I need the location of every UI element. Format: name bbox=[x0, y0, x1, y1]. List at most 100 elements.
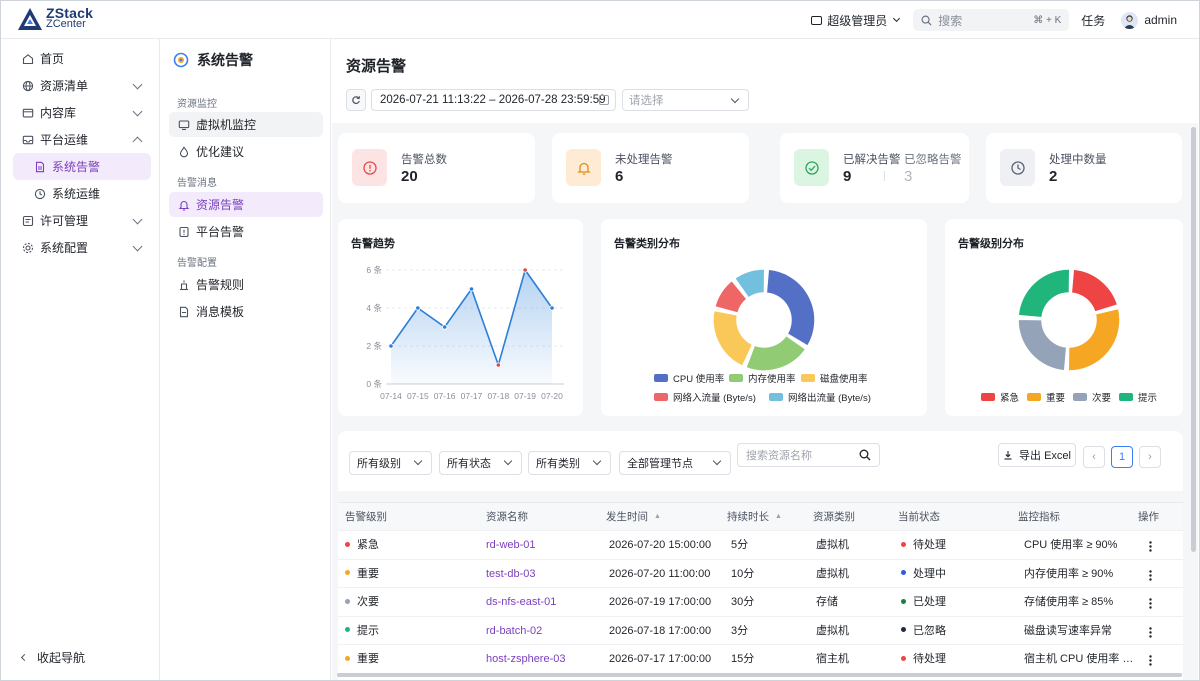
legend-item[interactable]: 紧急 bbox=[981, 390, 1019, 404]
cell-time-text: 2026-07-20 11:00:00 bbox=[609, 567, 711, 580]
legend-swatch bbox=[654, 393, 668, 401]
table-row[interactable]: 提示 rd-batch-02 2026-07-18 17:00:00 3分 虚拟机 已忽略… bbox=[338, 617, 1183, 645]
donut-slice bbox=[1070, 268, 1119, 313]
more-actions-icon[interactable] bbox=[1149, 569, 1152, 581]
legend-item[interactable]: 网络入流量 (Byte/s) bbox=[654, 390, 756, 404]
cell-type-text: 存储 bbox=[816, 596, 838, 608]
cell-resource-name[interactable]: test-db-03 bbox=[486, 560, 536, 588]
calendar-icon bbox=[599, 95, 609, 105]
more-actions-icon[interactable] bbox=[1149, 626, 1152, 638]
subnav-item-rules[interactable]: 告警规则 bbox=[169, 272, 323, 297]
donut-slice bbox=[765, 268, 816, 347]
role-switcher[interactable]: 超级管理员 bbox=[811, 12, 901, 29]
sidebar-item-resources[interactable]: 资源清单 bbox=[1, 72, 159, 99]
stat-value: 9 bbox=[843, 168, 852, 185]
legend-item[interactable]: 内存使用率 bbox=[729, 371, 796, 385]
x-tick-label: 07-14 bbox=[380, 391, 402, 401]
subnav-item-templates[interactable]: 消息模板 bbox=[169, 299, 323, 324]
sidebar-item-system-ops[interactable]: 系统运维 bbox=[1, 180, 159, 207]
x-tick-label: 07-17 bbox=[461, 391, 483, 401]
cell-resource-name[interactable]: host-zsphere-03 bbox=[486, 645, 566, 673]
cell-duration: 5分 bbox=[731, 531, 748, 559]
category-filter[interactable]: 所有类别 bbox=[528, 451, 611, 475]
cell-resource-name[interactable]: rd-web-01 bbox=[486, 531, 536, 559]
chevron-left-icon: ‹ bbox=[1092, 451, 1096, 463]
subnav-item-platform-alarm[interactable]: 平台告警 bbox=[169, 219, 323, 244]
level-dot bbox=[345, 655, 350, 661]
cell-duration: 10分 bbox=[731, 560, 754, 588]
cell-type-text: 虚拟机 bbox=[816, 539, 849, 551]
chevron-down-icon bbox=[893, 14, 901, 23]
cell-time: 2026-07-18 17:00:00 bbox=[609, 617, 711, 645]
resource-search-input[interactable]: 搜索资源名称 bbox=[737, 443, 880, 467]
legend-item[interactable]: 磁盘使用率 bbox=[801, 371, 868, 385]
filter-select[interactable]: 请选择 bbox=[622, 89, 749, 111]
sidebar-item-content-library[interactable]: 内容库 bbox=[1, 99, 159, 126]
cell-status-text: 待处理 bbox=[913, 653, 946, 665]
table-row[interactable]: 重要 test-db-03 2026-07-20 11:00:00 10分 虚拟机 处理中… bbox=[338, 560, 1183, 588]
next-page-button[interactable]: › bbox=[1139, 446, 1161, 468]
legend-item[interactable]: CPU 使用率 bbox=[654, 371, 724, 385]
more-actions-icon[interactable] bbox=[1149, 655, 1152, 666]
table-row[interactable]: 次要 ds-nfs-east-01 2026-07-19 17:00:00 30分 存储… bbox=[338, 588, 1183, 617]
legend-item[interactable]: 提示 bbox=[1119, 390, 1157, 404]
legend-item[interactable]: 重要 bbox=[1027, 390, 1065, 404]
column-header-time[interactable]: 发生时间 ▲ bbox=[606, 503, 661, 531]
cell-metric-text: 存储使用率 ≥ 85% bbox=[1024, 596, 1114, 608]
cell-status: 处理中 bbox=[901, 560, 946, 588]
legend-item[interactable]: 网络出流量 (Byte/s) bbox=[769, 390, 871, 404]
export-excel-button[interactable]: 导出 Excel bbox=[998, 443, 1076, 467]
page-button-current[interactable]: 1 bbox=[1111, 446, 1133, 468]
more-actions-icon[interactable] bbox=[1149, 541, 1152, 552]
data-point bbox=[522, 267, 528, 273]
user-menu[interactable]: admin bbox=[1121, 11, 1177, 29]
horizontal-scrollbar[interactable] bbox=[337, 673, 1182, 677]
sidebar-item-system-alarm[interactable]: 系统告警 bbox=[13, 153, 151, 180]
subnav-item-optimize[interactable]: 优化建议 bbox=[169, 139, 323, 164]
legend-item[interactable]: 次要 bbox=[1073, 390, 1111, 404]
status-filter[interactable]: 所有状态 bbox=[439, 451, 522, 475]
subnav-item-vm-monitor[interactable]: 虚拟机监控 bbox=[169, 112, 323, 137]
cell-resource-name-text: test-db-03 bbox=[486, 567, 536, 580]
date-range-picker[interactable]: 2026-07-21 11:13:22 – 2026-07-28 23:59:5… bbox=[371, 89, 616, 111]
logo[interactable]: ZStack ZCenter bbox=[17, 6, 93, 31]
subnav-item-resource-alarm[interactable]: 资源告警 bbox=[169, 192, 323, 217]
node-filter[interactable]: 全部管理节点 bbox=[619, 451, 731, 475]
table-row[interactable]: 重要 host-zsphere-03 2026-07-17 17:00:00 15分 宿… bbox=[338, 645, 1183, 674]
collapse-nav-button[interactable]: 收起导航 bbox=[20, 649, 85, 666]
tasks-button[interactable]: 任务 bbox=[1081, 12, 1105, 29]
cell-type-text: 宿主机 bbox=[816, 653, 849, 665]
global-search-input[interactable]: 搜索 ⌘ + K bbox=[913, 9, 1070, 31]
sub-navigation: 系统告警 资源监控 虚拟机监控 优化建议 告警消息 资源告警 平台告警 告警配置… bbox=[161, 39, 331, 680]
cell-resource-name-text: rd-web-01 bbox=[486, 539, 536, 551]
column-header-duration[interactable]: 持续时长 ▲ bbox=[727, 503, 782, 531]
legend-swatch bbox=[801, 374, 815, 382]
table-row[interactable]: 紧急 rd-web-01 2026-07-20 15:00:00 5分 虚拟机 待处理 CP… bbox=[338, 531, 1183, 560]
category-donut-chart bbox=[712, 268, 816, 372]
level-dot bbox=[345, 541, 350, 547]
user-name: admin bbox=[1144, 13, 1177, 27]
cell-duration-text: 30分 bbox=[731, 596, 755, 608]
vertical-scrollbar[interactable] bbox=[1191, 127, 1196, 552]
cell-status: 已处理 bbox=[901, 588, 946, 616]
legend-swatch bbox=[981, 393, 995, 401]
column-header-name: 资源名称 bbox=[486, 511, 528, 523]
sidebar-item-license[interactable]: 许可管理 bbox=[1, 207, 159, 234]
stat-card-pending: 未处理告警 6 bbox=[552, 133, 749, 203]
cell-status-text: 待处理 bbox=[913, 539, 946, 551]
prev-page-button[interactable]: ‹ bbox=[1083, 446, 1105, 468]
cell-resource-name[interactable]: rd-batch-02 bbox=[486, 617, 542, 645]
sidebar-item-system-config[interactable]: 系统配置 bbox=[1, 234, 159, 261]
cell-resource-name[interactable]: ds-nfs-east-01 bbox=[486, 588, 556, 616]
mail-icon bbox=[22, 134, 34, 146]
sidebar-item-platform-ops[interactable]: 平台运维 bbox=[1, 126, 159, 153]
sidebar-item-label: 许可管理 bbox=[40, 214, 89, 228]
refresh-button[interactable] bbox=[346, 89, 366, 111]
cell-type: 宿主机 bbox=[816, 645, 849, 673]
sidebar-item-home[interactable]: 首页 bbox=[1, 45, 159, 72]
donut-slice bbox=[745, 334, 807, 372]
level-filter[interactable]: 所有级别 bbox=[349, 451, 432, 475]
x-tick-label: 07-15 bbox=[407, 391, 429, 401]
license-icon bbox=[22, 215, 34, 227]
more-actions-icon[interactable] bbox=[1149, 598, 1152, 609]
